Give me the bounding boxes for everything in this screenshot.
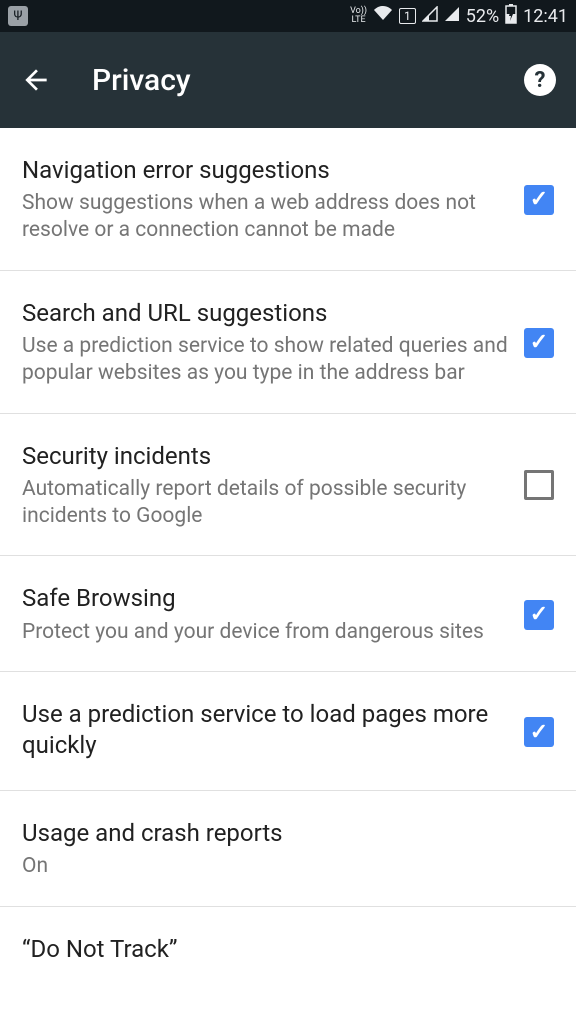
page-title: Privacy	[92, 63, 484, 98]
setting-prediction-service[interactable]: Use a prediction service to load pages m…	[0, 672, 576, 791]
status-bar: Ψ Vo)) LTE 1 52% 12:41	[0, 0, 576, 32]
checkbox-checked-icon[interactable]: ✓	[524, 185, 554, 215]
setting-desc: Use a prediction service to show related…	[22, 333, 508, 388]
sim-icon: 1	[399, 8, 416, 24]
setting-desc: Automatically report details of possible…	[22, 476, 508, 531]
setting-content: Use a prediction service to load pages m…	[22, 699, 524, 765]
status-left: Ψ	[8, 6, 28, 26]
signal-icon-1	[422, 6, 438, 26]
setting-nav-error[interactable]: Navigation error suggestions Show sugges…	[0, 128, 576, 271]
setting-usage-crash[interactable]: Usage and crash reports On	[0, 791, 576, 906]
setting-security-incidents[interactable]: Security incidents Automatically report …	[0, 414, 576, 557]
setting-content: Search and URL suggestions Use a predict…	[22, 298, 524, 388]
setting-content: “Do Not Track”	[22, 934, 554, 969]
battery-percent: 52%	[466, 6, 499, 27]
setting-title: Usage and crash reports	[22, 818, 538, 849]
setting-desc: On	[22, 853, 538, 880]
signal-icon-2	[444, 6, 460, 26]
battery-charging-icon	[505, 4, 517, 28]
setting-desc: Protect you and your device from dangero…	[22, 619, 508, 646]
setting-search-url[interactable]: Search and URL suggestions Use a predict…	[0, 271, 576, 414]
app-header: Privacy ?	[0, 32, 576, 128]
setting-content: Security incidents Automatically report …	[22, 441, 524, 531]
setting-desc: Show suggestions when a web address does…	[22, 190, 508, 245]
settings-list: Navigation error suggestions Show sugges…	[0, 128, 576, 994]
checkbox-checked-icon[interactable]: ✓	[524, 600, 554, 630]
setting-title: “Do Not Track”	[22, 934, 538, 965]
status-right: Vo)) LTE 1 52% 12:41	[350, 4, 568, 28]
volte-icon: Vo)) LTE	[350, 7, 367, 25]
help-icon[interactable]: ?	[524, 64, 556, 96]
setting-content: Usage and crash reports On	[22, 818, 554, 880]
setting-content: Navigation error suggestions Show sugges…	[22, 155, 524, 245]
back-arrow-icon[interactable]	[20, 64, 52, 96]
setting-title: Security incidents	[22, 441, 508, 472]
wifi-icon	[373, 6, 393, 26]
setting-content: Safe Browsing Protect you and your devic…	[22, 583, 524, 645]
checkbox-checked-icon[interactable]: ✓	[524, 717, 554, 747]
setting-title: Navigation error suggestions	[22, 155, 508, 186]
setting-safe-browsing[interactable]: Safe Browsing Protect you and your devic…	[0, 556, 576, 671]
usb-icon: Ψ	[8, 6, 28, 26]
setting-do-not-track[interactable]: “Do Not Track”	[0, 907, 576, 994]
checkbox-unchecked-icon[interactable]	[524, 470, 554, 500]
clock: 12:41	[523, 6, 568, 27]
setting-title: Safe Browsing	[22, 583, 508, 614]
setting-title: Search and URL suggestions	[22, 298, 508, 329]
checkbox-checked-icon[interactable]: ✓	[524, 328, 554, 358]
setting-title: Use a prediction service to load pages m…	[22, 699, 508, 761]
